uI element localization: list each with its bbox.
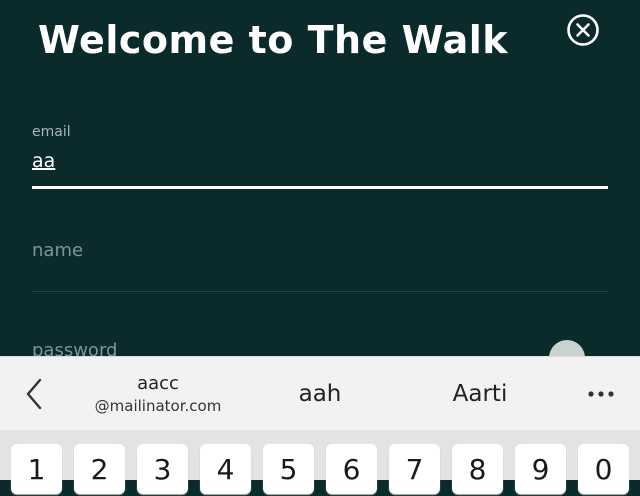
- email-label: email: [32, 124, 71, 140]
- keyboard-suggestion-bar: aacc @mailinator.com aah Aarti: [0, 356, 640, 431]
- suggestion-back-button[interactable]: [22, 377, 48, 411]
- suggestion-aah[interactable]: aah: [280, 357, 360, 431]
- suggestion-email-line2: @mailinator.com: [94, 397, 222, 415]
- key-5[interactable]: 5: [263, 444, 314, 494]
- close-circle-icon: [567, 14, 599, 46]
- password-visibility-toggle[interactable]: [548, 339, 586, 356]
- key-4[interactable]: 4: [200, 444, 251, 494]
- key-0[interactable]: 0: [578, 444, 629, 494]
- key-1[interactable]: 1: [11, 444, 62, 494]
- login-screen: Welcome to The Walk email name password: [0, 0, 640, 356]
- key-3[interactable]: 3: [137, 444, 188, 494]
- suggestion-email[interactable]: aacc @mailinator.com: [88, 357, 228, 431]
- key-9[interactable]: 9: [515, 444, 566, 494]
- key-8[interactable]: 8: [452, 444, 503, 494]
- eye-icon: [549, 340, 585, 356]
- page-title: Welcome to The Walk: [38, 18, 509, 62]
- suggestion-aarti[interactable]: Aarti: [430, 357, 530, 431]
- email-input[interactable]: [32, 150, 592, 172]
- name-input[interactable]: name: [32, 240, 83, 261]
- more-suggestions-button[interactable]: [584, 381, 618, 407]
- key-7[interactable]: 7: [389, 444, 440, 494]
- email-underline: [32, 186, 608, 189]
- suggestion-email-line1: aacc: [137, 373, 179, 394]
- keyboard-number-row: 1 2 3 4 5 6 7 8 9 0: [0, 430, 640, 494]
- key-2[interactable]: 2: [74, 444, 125, 494]
- close-button[interactable]: [566, 13, 600, 47]
- name-underline: [32, 291, 608, 292]
- key-6[interactable]: 6: [326, 444, 377, 494]
- password-input[interactable]: password: [32, 340, 117, 356]
- more-dots-icon: [588, 391, 614, 397]
- chevron-left-icon: [26, 378, 42, 410]
